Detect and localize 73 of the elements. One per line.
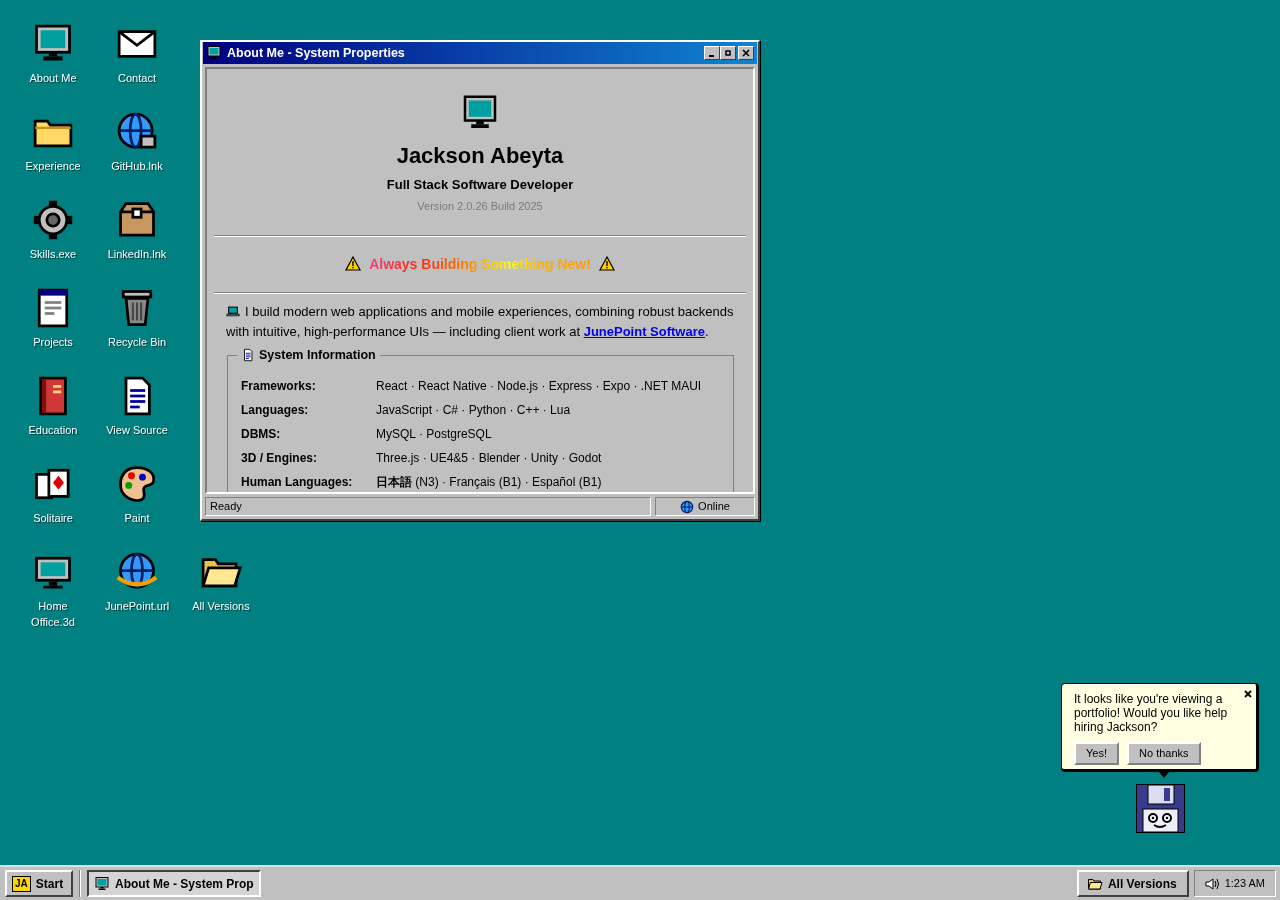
desktop-shortcut[interactable]: Solitaire — [11, 462, 95, 550]
shortcut-label: JunePoint.url — [104, 599, 170, 614]
window-title: About Me - System Properties — [227, 44, 405, 62]
group-title: System Information — [259, 346, 376, 364]
desktop-shortcut[interactable]: LinkedIn.lnk — [95, 198, 179, 286]
desktop-shortcut[interactable]: Experience — [11, 110, 95, 198]
info-label: Frameworks: — [241, 378, 317, 396]
profile-name: Jackson Abeyta — [396, 143, 564, 169]
info-value: Three.js · UE4&5 · Blender · Unity · Godot — [376, 450, 602, 468]
clock: 1:23 AM — [1224, 876, 1265, 892]
info-value: MySQL · PostgreSQL — [376, 426, 492, 444]
shortcut-label: Recycle Bin — [107, 335, 167, 350]
speaker-icon — [1204, 877, 1219, 890]
info-label: Human Languages: — [241, 474, 354, 492]
info-label: Languages: — [241, 402, 310, 420]
shortcut-label: View Source — [106, 423, 168, 438]
shortcut-label: Skills.exe — [29, 247, 77, 262]
shortcut-label: Contact — [118, 71, 156, 86]
no-button[interactable]: No thanks — [1127, 742, 1201, 765]
close-icon — [742, 49, 750, 57]
warning-icon — [598, 256, 615, 272]
status-text: Online — [698, 499, 730, 515]
desktop-shortcut[interactable]: Projects — [11, 286, 95, 374]
close-icon — [1244, 690, 1252, 699]
yes-button[interactable]: Yes! — [1074, 742, 1119, 765]
shortcut-label: Projects — [33, 335, 73, 350]
shortcut-label: Paint — [124, 511, 150, 526]
link[interactable]: JunePoint Software — [583, 323, 705, 339]
job-title: Full Stack Software Developer — [386, 176, 574, 194]
desktop-shortcut[interactable]: Recycle Bin — [95, 286, 179, 374]
intro-paragraph: I build modern web applications and mobile experiences, combining robust backends with intuitive, high-performance UIs — including client work at JunePoint Software. — [226, 302, 734, 341]
shortcut-label: Education — [28, 423, 78, 438]
floppy-disk-character — [1136, 784, 1185, 833]
logo: JA — [12, 875, 31, 892]
monitor-icon — [94, 875, 110, 892]
info-value: React · React Native · Node.js · Express · Expo · .NET MAUI — [376, 378, 702, 396]
desktop-shortcut[interactable]: JunePoint.url — [95, 550, 179, 638]
warning-icon — [345, 256, 362, 272]
info-value: JavaScript · C# · Python · C++ · Lua — [376, 402, 571, 420]
monitor-icon — [206, 45, 222, 62]
globe-icon — [680, 499, 695, 514]
status-text: Ready — [205, 497, 651, 516]
desktop-shortcut[interactable]: GitHub.lnk — [95, 110, 179, 198]
start-button[interactable]: JA Start — [5, 870, 73, 897]
laptop-icon — [226, 305, 240, 317]
desktop-shortcut[interactable]: About Me — [11, 22, 95, 110]
desktop-shortcut[interactable]: Home Office.3d — [11, 550, 95, 638]
desktop-shortcut[interactable]: Education — [11, 374, 95, 462]
shortcut-label: Solitaire — [33, 511, 73, 526]
close-button[interactable] — [738, 46, 754, 60]
desktop-shortcut[interactable]: Paint — [95, 462, 179, 550]
info-label: DBMS: — [241, 426, 282, 444]
desktop-shortcut[interactable]: Contact — [95, 22, 179, 110]
taskbar-button[interactable]: About Me - System Prop — [87, 870, 261, 897]
shortcut-label: GitHub.lnk — [111, 159, 163, 174]
shortcut-label: Home Office.3d — [30, 599, 76, 630]
version-text: Version 2.0.26 Build 2025 — [417, 198, 543, 214]
shortcut-label: LinkedIn.lnk — [107, 247, 167, 262]
assistant-message: It looks like you're viewing a portfolio! Would you like help hiring Jackson? — [1074, 692, 1229, 734]
info-label: 3D / Engines: — [241, 450, 318, 468]
maximize-button[interactable] — [720, 46, 736, 60]
info-value: 日本語 (N3) · Français (B1) · Español (B1) — [376, 474, 602, 492]
minimize-button[interactable] — [704, 46, 720, 60]
shortcut-label: All Versions — [192, 599, 250, 614]
desktop-shortcut[interactable]: All Versions — [179, 550, 263, 638]
desktop-shortcut[interactable]: View Source — [95, 374, 179, 462]
desktop-shortcut[interactable]: Skills.exe — [11, 198, 95, 286]
shortcut-label: Experience — [25, 159, 81, 174]
document-icon — [241, 347, 255, 362]
maximize-icon — [724, 49, 732, 57]
shortcut-label: About Me — [29, 71, 77, 86]
quick-launch-button[interactable]: All Versions — [1076, 870, 1189, 897]
gear-icon — [31, 198, 75, 242]
